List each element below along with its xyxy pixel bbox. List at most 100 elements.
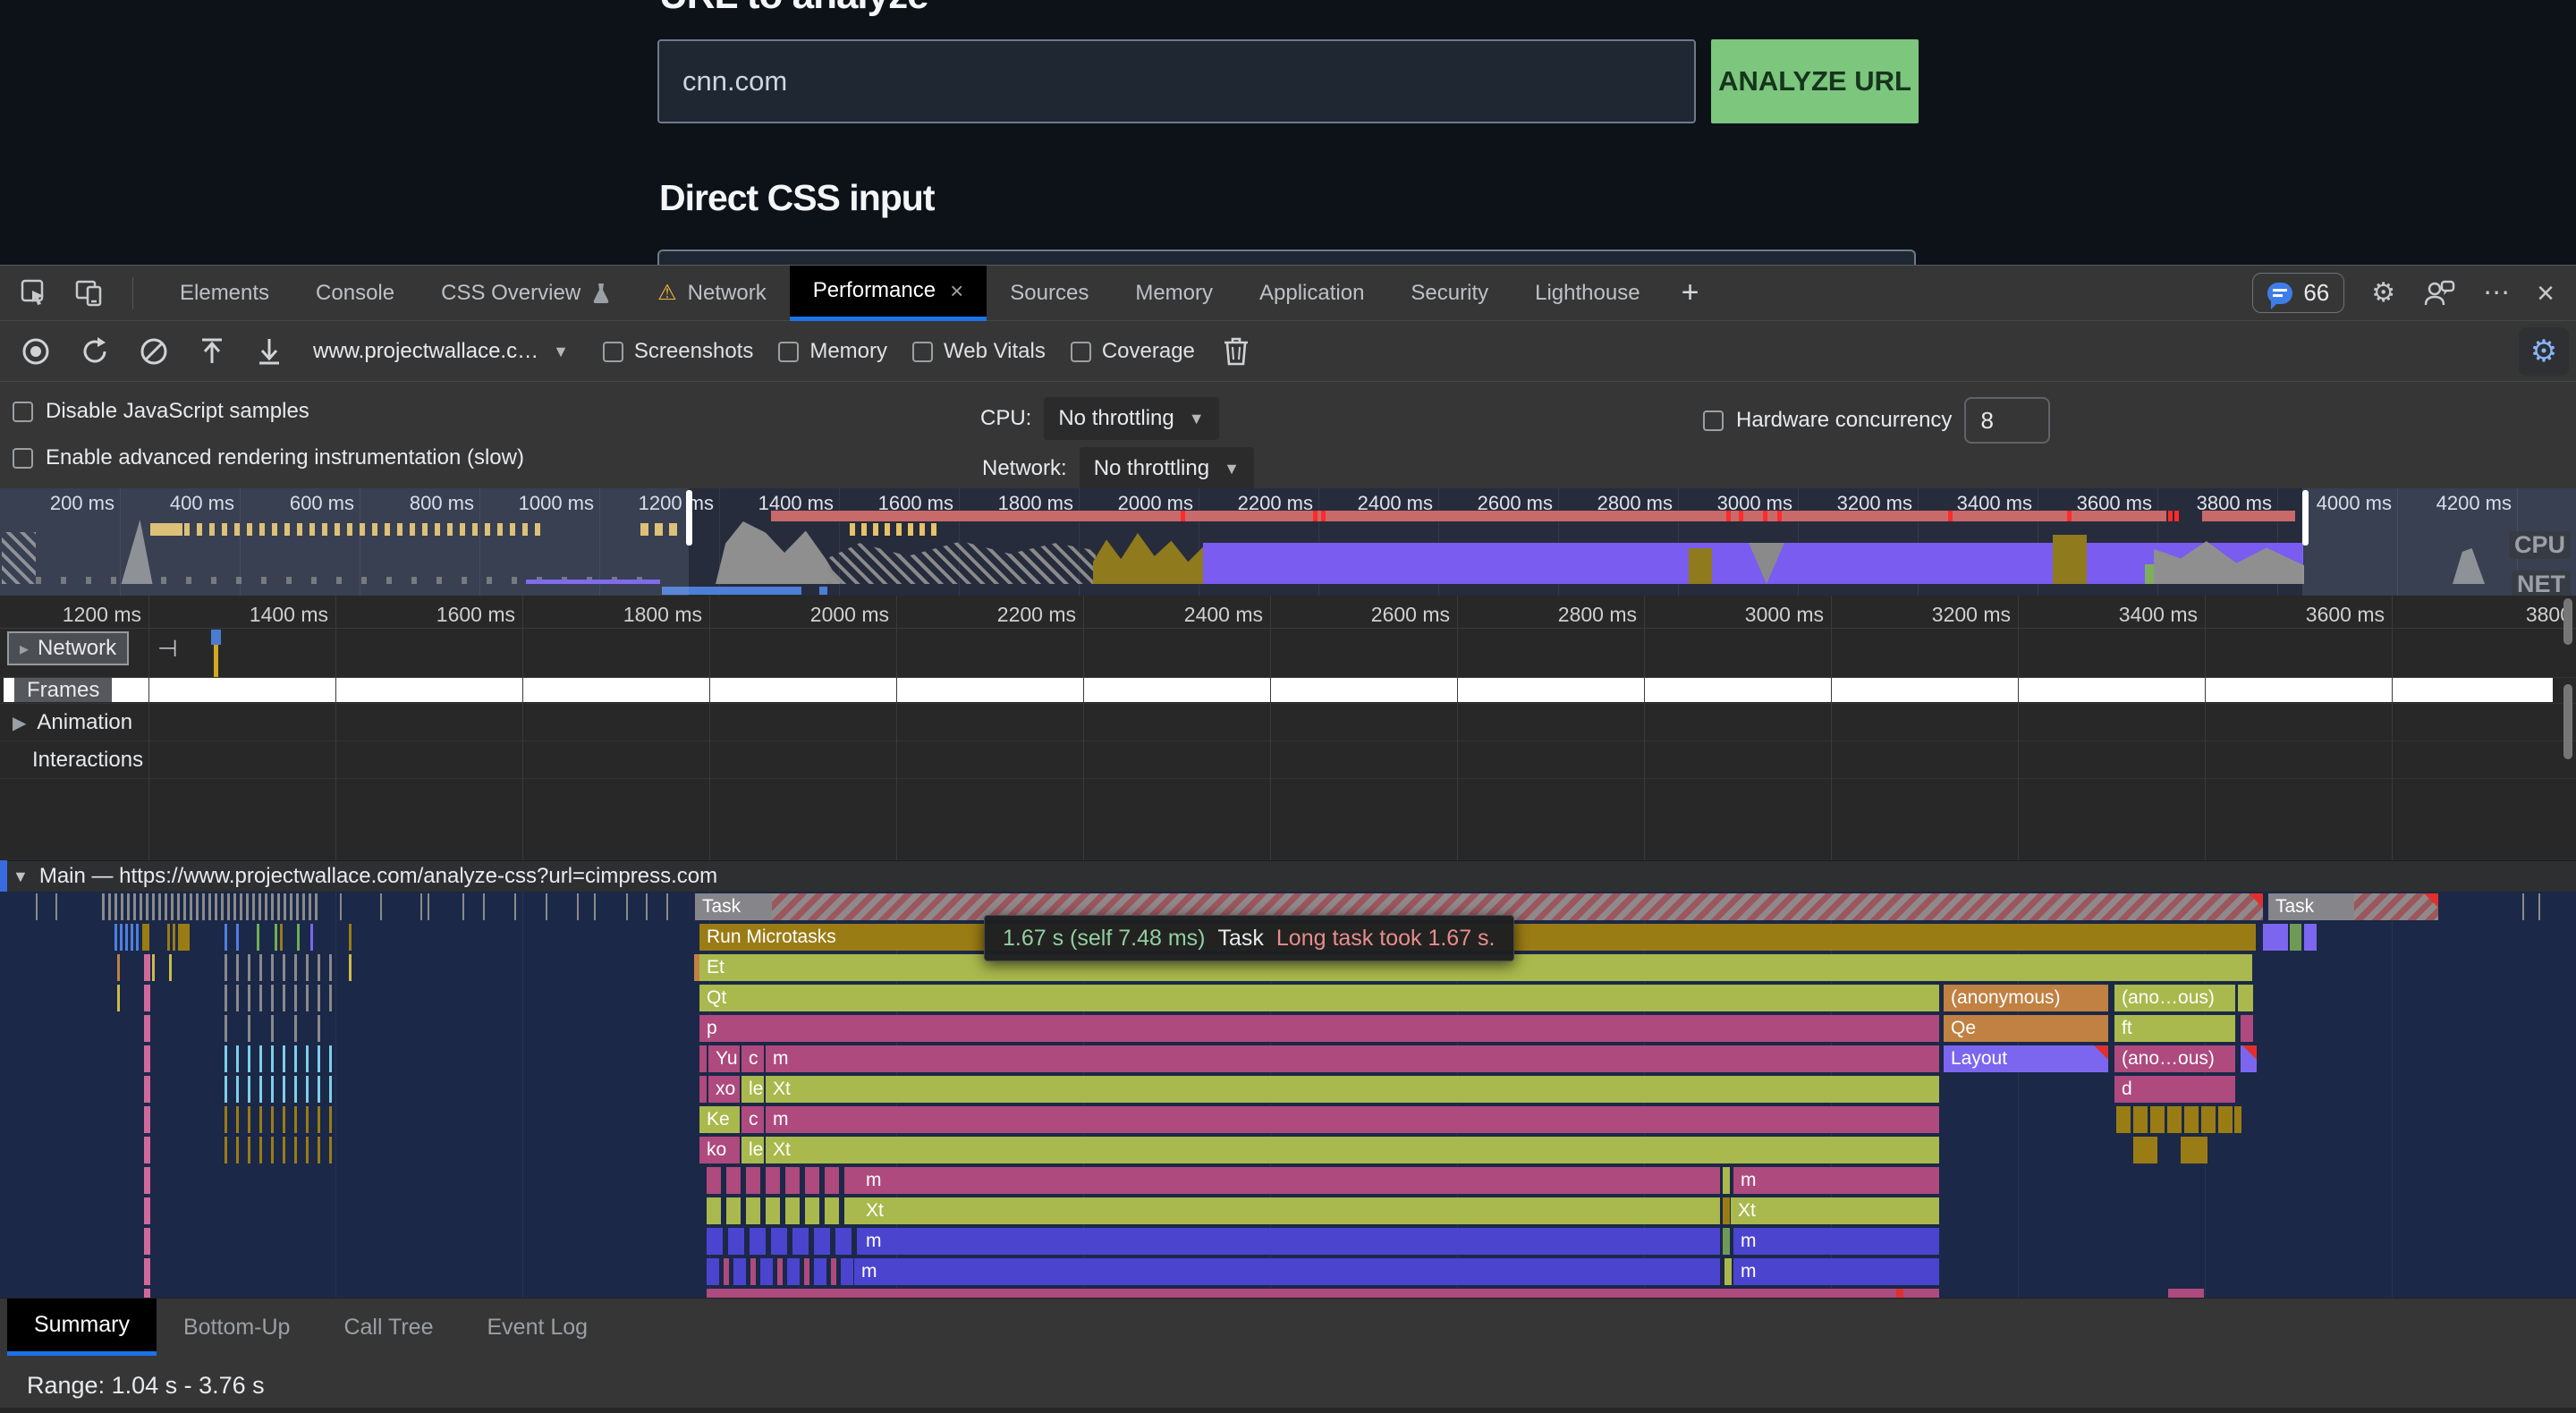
flame-bar[interactable] bbox=[2181, 1137, 2207, 1163]
capture-settings-gear-icon[interactable]: ⚙ bbox=[2519, 327, 2569, 376]
network-throttle-select[interactable]: No throttling ▼ bbox=[1080, 447, 1254, 490]
flame-bar[interactable]: m bbox=[766, 1106, 1939, 1133]
flame-bar[interactable] bbox=[707, 1289, 1939, 1298]
flame-bar[interactable] bbox=[2150, 1106, 2165, 1133]
flame-bar[interactable]: le bbox=[741, 1076, 764, 1103]
flame-bar[interactable] bbox=[1723, 1228, 1730, 1255]
flame-bar[interactable] bbox=[2241, 1015, 2253, 1042]
flame-bar[interactable]: c bbox=[741, 1045, 764, 1072]
record-icon[interactable] bbox=[20, 335, 52, 368]
issues-badge[interactable]: 66 bbox=[2252, 273, 2344, 313]
flame-bar[interactable]: c bbox=[741, 1106, 764, 1133]
checkbox-box[interactable] bbox=[1071, 342, 1091, 362]
network-request[interactable] bbox=[211, 630, 221, 645]
checkbox-box[interactable] bbox=[603, 342, 623, 362]
flame-bar[interactable] bbox=[707, 1258, 854, 1285]
checkbox-box[interactable] bbox=[912, 342, 933, 362]
flame-bar[interactable]: Layout bbox=[1944, 1045, 2108, 1072]
disable-js-checkbox[interactable] bbox=[13, 402, 33, 422]
track-animation[interactable]: ▶ Animation bbox=[13, 710, 132, 735]
selection-handle-right[interactable] bbox=[2302, 490, 2309, 546]
checkbox-coverage[interactable]: Coverage bbox=[1071, 339, 1195, 364]
css-textarea[interactable] bbox=[657, 250, 1916, 265]
flame-bar[interactable]: m bbox=[859, 1228, 1720, 1255]
trash-icon[interactable] bbox=[1222, 335, 1250, 368]
flame-bar[interactable] bbox=[2201, 1106, 2216, 1133]
checkbox-web-vitals[interactable]: Web Vitals bbox=[912, 339, 1046, 364]
tab-performance[interactable]: Performance× bbox=[790, 266, 987, 321]
flame-bar[interactable]: ft bbox=[2114, 1015, 2235, 1042]
flame-bar[interactable]: m bbox=[1733, 1258, 1939, 1285]
flame-bar[interactable] bbox=[2133, 1137, 2157, 1163]
timeline-overview[interactable]: 200 ms400 ms600 ms800 ms1000 ms1200 ms14… bbox=[0, 488, 2576, 596]
device-toolbar-icon[interactable] bbox=[73, 278, 106, 309]
tab-network[interactable]: ⚠Network bbox=[634, 266, 790, 321]
more-options-icon[interactable]: ⋯ bbox=[2483, 280, 2510, 307]
checkbox-memory[interactable]: Memory bbox=[778, 339, 887, 364]
flame-bar[interactable] bbox=[2168, 1289, 2204, 1298]
scrollbar-thumb[interactable] bbox=[2563, 598, 2572, 645]
tab-css-overview[interactable]: CSS Overview bbox=[418, 266, 634, 321]
flame-bar[interactable] bbox=[2234, 1106, 2241, 1133]
flame-bar[interactable] bbox=[2354, 893, 2438, 920]
hardware-concurrency-checkbox[interactable] bbox=[1703, 410, 1724, 431]
track-frames-label[interactable]: Frames bbox=[14, 678, 112, 702]
flame-bar[interactable]: Qe bbox=[1944, 1015, 2108, 1042]
flame-bar[interactable]: Xt bbox=[766, 1076, 1939, 1103]
flame-bar[interactable] bbox=[707, 1197, 859, 1224]
feedback-icon[interactable] bbox=[2422, 278, 2456, 309]
flame-bar[interactable] bbox=[699, 1076, 707, 1103]
flame-bar[interactable]: (ano…ous) bbox=[2114, 1045, 2235, 1072]
close-devtools-icon[interactable]: × bbox=[2537, 278, 2555, 309]
scrollbar-thumb[interactable] bbox=[2563, 684, 2572, 759]
flame-bar[interactable]: Qt bbox=[699, 985, 1939, 1011]
flame-bar[interactable]: m bbox=[859, 1167, 1720, 1194]
flame-bar[interactable] bbox=[2309, 924, 2317, 951]
main-thread-header[interactable]: ▼ Main — https://www.projectwallace.com/… bbox=[0, 860, 2576, 892]
flame-bar[interactable]: Xt bbox=[766, 1137, 1939, 1163]
flame-bar[interactable] bbox=[1723, 1197, 1730, 1224]
settings-gear-icon[interactable]: ⚙ bbox=[2371, 280, 2395, 307]
details-tab-summary[interactable]: Summary bbox=[7, 1299, 157, 1356]
flame-bar[interactable]: (ano…ous) bbox=[2114, 985, 2235, 1011]
flame-bar[interactable]: Task bbox=[695, 893, 772, 920]
flame-bar[interactable]: Yu bbox=[708, 1045, 740, 1072]
flame-bar[interactable] bbox=[707, 1228, 859, 1255]
flame-bar[interactable]: Xt bbox=[859, 1197, 1720, 1224]
url-input[interactable]: cnn.com bbox=[657, 39, 1696, 123]
flame-bar[interactable]: d bbox=[2114, 1076, 2235, 1103]
flame-bar[interactable] bbox=[2290, 924, 2301, 951]
flame-bar[interactable]: m bbox=[854, 1258, 1720, 1285]
flame-bar[interactable] bbox=[2241, 1045, 2257, 1072]
flame-bar[interactable]: Ke bbox=[699, 1106, 740, 1133]
reload-record-icon[interactable] bbox=[79, 335, 111, 368]
flame-bar[interactable] bbox=[2238, 985, 2253, 1011]
analyze-url-button[interactable]: ANALYZE URL bbox=[1711, 39, 1919, 123]
flame-bar[interactable]: le bbox=[741, 1137, 764, 1163]
flame-bar[interactable]: Task bbox=[2268, 893, 2354, 920]
flame-bar[interactable]: ko bbox=[699, 1137, 740, 1163]
tab-sources[interactable]: Sources bbox=[987, 266, 1112, 321]
tab-lighthouse[interactable]: Lighthouse bbox=[1512, 266, 1663, 321]
track-interactions[interactable]: Interactions bbox=[32, 748, 143, 773]
tab-elements[interactable]: Elements bbox=[157, 266, 292, 321]
advanced-rendering-checkbox[interactable] bbox=[13, 448, 33, 469]
clear-icon[interactable] bbox=[138, 335, 170, 368]
advanced-rendering-row[interactable]: Enable advanced rendering instrumentatio… bbox=[13, 445, 524, 470]
flame-bar[interactable]: m bbox=[1733, 1228, 1939, 1255]
tab-console[interactable]: Console bbox=[292, 266, 418, 321]
inspect-icon[interactable] bbox=[20, 278, 50, 309]
tab-application[interactable]: Application bbox=[1236, 266, 1387, 321]
cpu-throttle-select[interactable]: No throttling ▼ bbox=[1044, 397, 1218, 440]
flame-bar[interactable]: m bbox=[1733, 1167, 1939, 1194]
flame-bar[interactable] bbox=[707, 1167, 859, 1194]
flame-bar[interactable]: m bbox=[766, 1045, 1939, 1072]
flame-bar[interactable]: (anonymous) bbox=[1944, 985, 2108, 1011]
details-tab-bottom-up[interactable]: Bottom-Up bbox=[157, 1299, 317, 1356]
disable-js-row[interactable]: Disable JavaScript samples bbox=[13, 399, 309, 424]
more-tabs-button[interactable]: + bbox=[1664, 275, 1717, 310]
flame-bar[interactable] bbox=[1896, 1289, 1903, 1298]
selection-handle-left[interactable] bbox=[686, 490, 692, 546]
details-tab-call-tree[interactable]: Call Tree bbox=[317, 1299, 460, 1356]
flame-bar[interactable] bbox=[2263, 924, 2288, 951]
